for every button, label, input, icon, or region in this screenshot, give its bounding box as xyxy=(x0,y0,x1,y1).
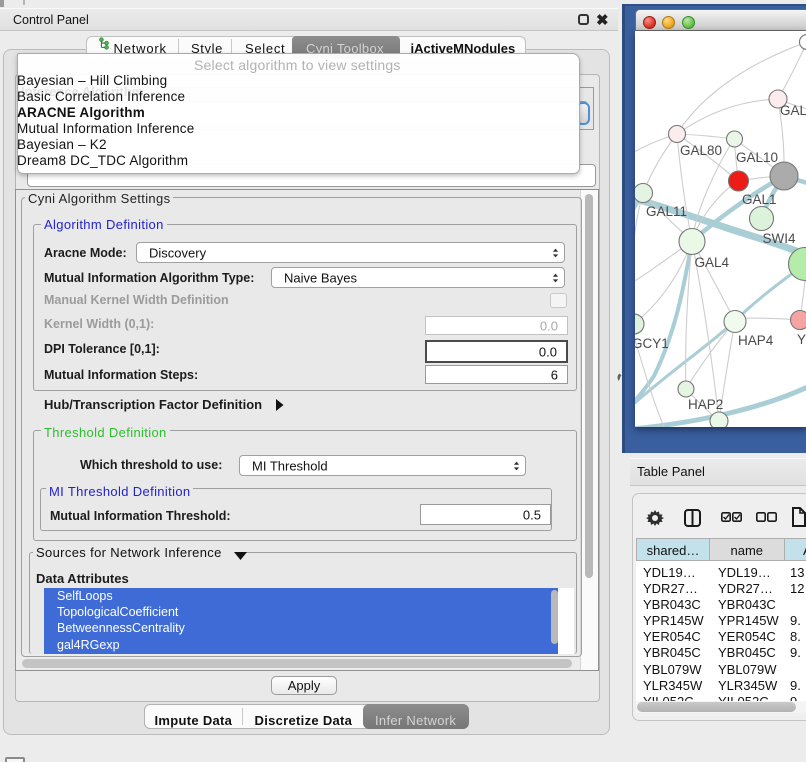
svg-text:Y: Y xyxy=(797,332,806,347)
svg-text:GAL7: GAL7 xyxy=(780,103,806,118)
svg-text:GAL4: GAL4 xyxy=(695,255,730,270)
svg-text:HAP4: HAP4 xyxy=(738,333,774,348)
svg-text:GAL11: GAL11 xyxy=(646,204,687,219)
svg-text:GAL1: GAL1 xyxy=(742,192,777,207)
svg-text:GAL80: GAL80 xyxy=(680,143,722,158)
svg-text:GCY1: GCY1 xyxy=(635,336,669,351)
svg-text:GAL10: GAL10 xyxy=(736,150,778,165)
svg-text:HAP2: HAP2 xyxy=(688,397,723,412)
svg-text:SWI4: SWI4 xyxy=(763,231,796,246)
